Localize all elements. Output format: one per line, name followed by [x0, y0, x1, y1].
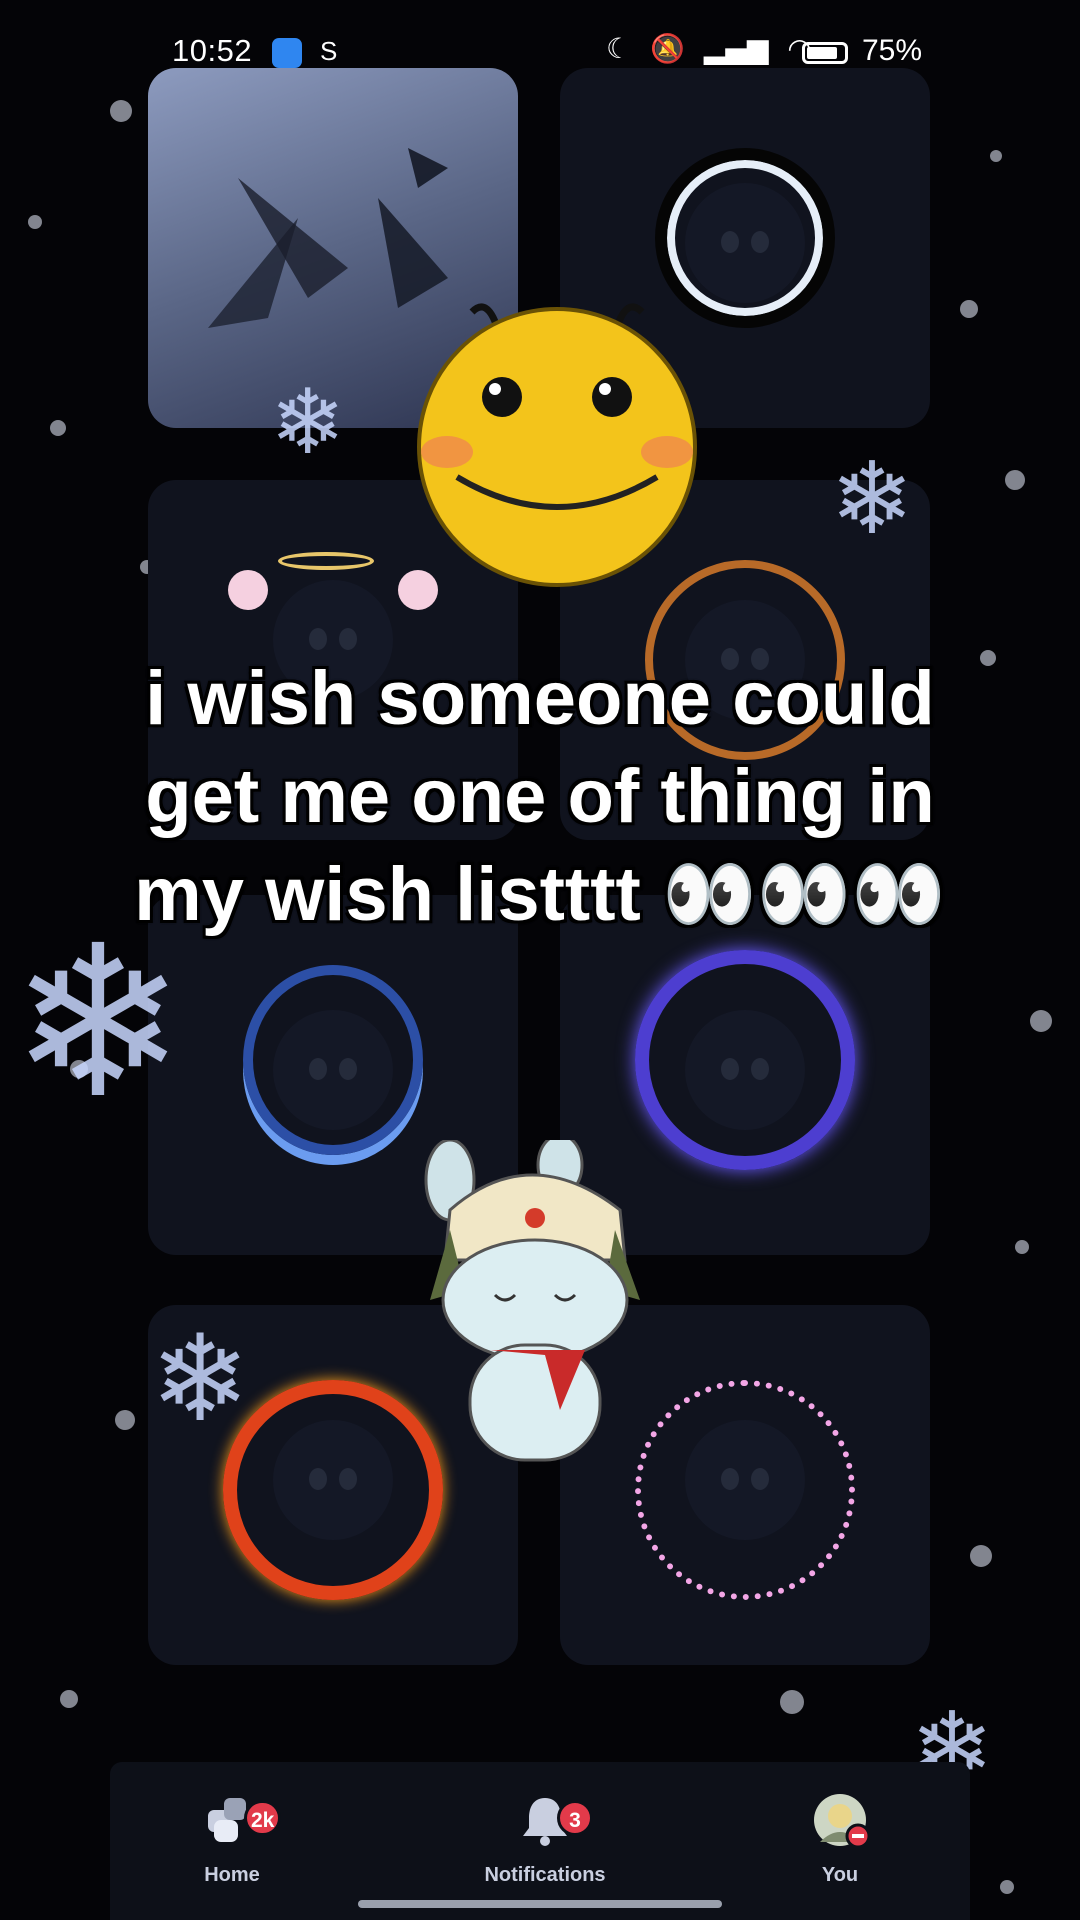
nav-home-label: Home: [204, 1864, 260, 1886]
nav-notifications[interactable]: 3 Notifications: [465, 1792, 625, 1887]
wing-left-icon: [228, 570, 268, 610]
status-bar: 10:52 S ☾ 🔕 ▂▄▆ ◠ 75%: [0, 0, 1080, 110]
snowflake-icon: ❄: [830, 440, 914, 557]
profile-avatar: [812, 1792, 871, 1849]
bell-muted-icon: 🔕: [650, 32, 685, 65]
snowflake-icon: ❄: [150, 1310, 251, 1449]
notifications-badge: 3: [557, 1800, 593, 1836]
bell-icon: 3: [517, 1792, 593, 1848]
moon-icon: ☾: [606, 32, 632, 65]
smiley-sticker: [417, 303, 697, 587]
bunny-sticker: [424, 1140, 640, 1462]
caption-text: i wish someone could get me one of thing…: [60, 650, 1020, 944]
leo-frame-icon: [635, 950, 855, 1170]
caption-line-2: get me one of thing in: [145, 754, 935, 839]
battery-icon: [802, 42, 848, 64]
stars-hearts-frame-icon: [635, 1380, 855, 1600]
home-servers-icon: 2k: [204, 1792, 282, 1848]
halo-icon: [278, 552, 374, 570]
signal-icon: ▂▄▆: [703, 32, 769, 65]
nav-you-label: You: [821, 1864, 859, 1886]
bottom-nav: 2k Home 3 Notifications You: [110, 1762, 970, 1920]
libra-frame-icon: [243, 965, 423, 1155]
nav-notifications-label: Notifications: [484, 1864, 606, 1886]
status-icons: ☾ 🔕 ▂▄▆ ◠: [606, 32, 822, 65]
app-notification-icon: [272, 38, 302, 68]
status-time: 10:52: [172, 33, 253, 68]
home-indicator[interactable]: [358, 1900, 722, 1908]
nav-you[interactable]: You: [790, 1792, 890, 1887]
home-badge: 2k: [244, 1800, 282, 1836]
caption-line-3: my wish listttt 👀👀👀: [134, 852, 946, 937]
snowflake-icon: ❄: [270, 370, 346, 475]
battery-percent: 75%: [862, 34, 923, 67]
caption-line-1: i wish someone could: [145, 656, 935, 741]
nav-home[interactable]: 2k Home: [182, 1792, 282, 1887]
s-notification-icon: S: [320, 36, 338, 66]
